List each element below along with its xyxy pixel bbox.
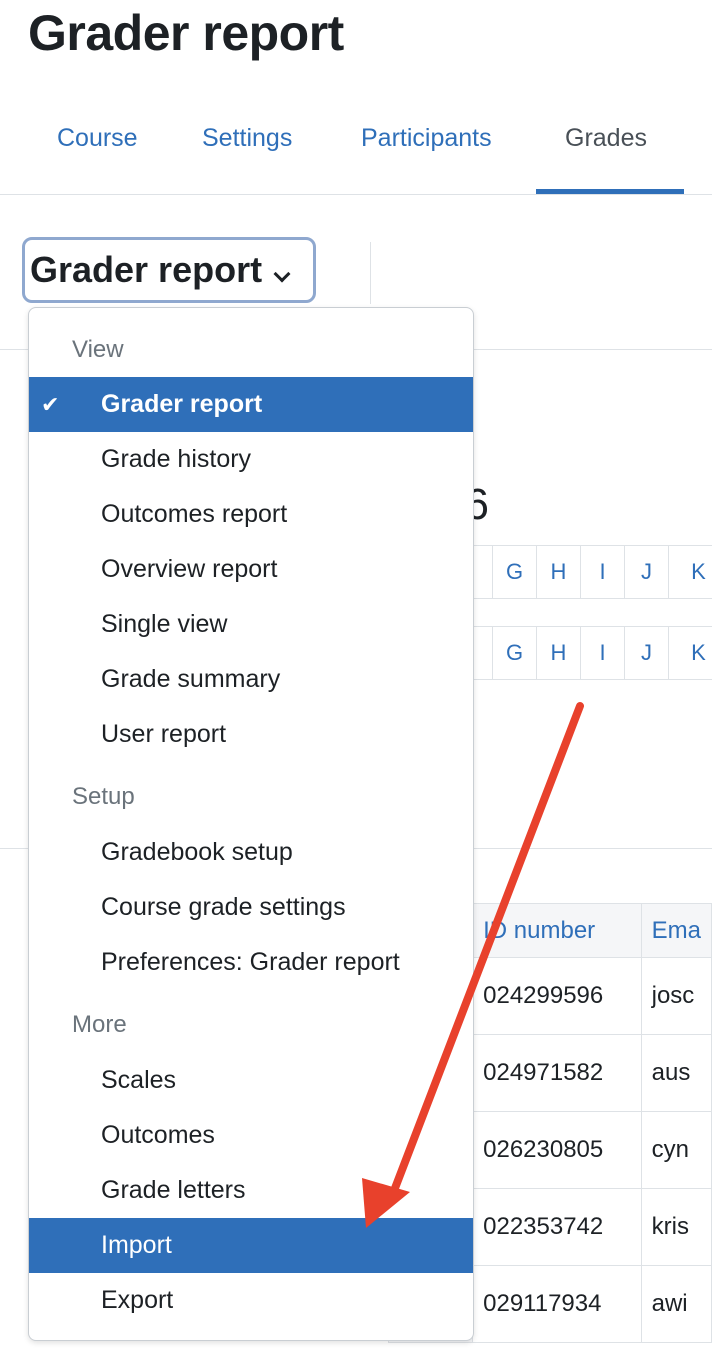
email-cell: kris bbox=[640, 1188, 712, 1266]
letter-filter[interactable]: K bbox=[668, 627, 712, 679]
menu-item-grade-history[interactable]: Grade history bbox=[29, 432, 473, 487]
menu-group-view: View bbox=[72, 336, 124, 363]
menu-group-setup: Setup bbox=[72, 783, 135, 810]
letter-filter[interactable]: I bbox=[580, 627, 624, 679]
letter-filter[interactable]: H bbox=[536, 627, 580, 679]
menu-item-label: Grader report bbox=[101, 390, 263, 418]
page-title: Grader report bbox=[28, 5, 344, 61]
first-name-filter-bar: F G H I J K bbox=[440, 545, 712, 599]
letter-filter[interactable]: I bbox=[580, 546, 624, 598]
menu-item-gradebook-setup[interactable]: Gradebook setup bbox=[29, 825, 473, 880]
id-number-cell: 029117934 bbox=[472, 1265, 642, 1343]
email-cell: josc bbox=[640, 957, 712, 1035]
menu-item-outcomes-report[interactable]: Outcomes report bbox=[29, 487, 473, 542]
menu-item-grade-letters[interactable]: Grade letters bbox=[29, 1163, 473, 1218]
email-header[interactable]: Ema bbox=[640, 903, 712, 958]
letter-filter[interactable]: J bbox=[624, 627, 668, 679]
menu-item-grade-summary[interactable]: Grade summary bbox=[29, 652, 473, 707]
menu-item-import[interactable]: Import bbox=[29, 1218, 473, 1273]
menu-item-scales[interactable]: Scales bbox=[29, 1053, 473, 1108]
tab-participants[interactable]: Participants bbox=[361, 124, 492, 153]
email-cell: aus bbox=[640, 1034, 712, 1112]
id-number-cell: 024299596 bbox=[472, 957, 642, 1035]
menu-item-user-report[interactable]: User report bbox=[29, 707, 473, 762]
course-tabs: Course Settings Participants Grades bbox=[0, 100, 712, 195]
email-cell: awi bbox=[640, 1265, 712, 1343]
letter-filter[interactable]: G bbox=[492, 627, 536, 679]
last-name-filter-bar: F G H I J K bbox=[440, 626, 712, 680]
id-number-cell: 026230805 bbox=[472, 1111, 642, 1189]
check-icon: ✔ bbox=[41, 392, 60, 417]
letter-filter[interactable]: J bbox=[624, 546, 668, 598]
menu-item-course-grade-settings[interactable]: Course grade settings bbox=[29, 880, 473, 935]
active-tab-indicator bbox=[536, 189, 684, 194]
menu-group-more: More bbox=[72, 1011, 127, 1038]
menu-item-preferences-grader-report[interactable]: Preferences: Grader report bbox=[29, 935, 473, 990]
menu-item-grader-report[interactable]: ✔ Grader report bbox=[29, 377, 473, 432]
report-selector-button[interactable]: Grader report bbox=[22, 237, 316, 303]
menu-item-single-view[interactable]: Single view bbox=[29, 597, 473, 652]
tab-grades[interactable]: Grades bbox=[565, 124, 647, 153]
tab-course[interactable]: Course bbox=[57, 124, 138, 153]
id-number-header[interactable]: ID number bbox=[472, 903, 642, 958]
letter-filter[interactable]: H bbox=[536, 546, 580, 598]
tab-settings[interactable]: Settings bbox=[202, 124, 292, 153]
letter-filter[interactable]: K bbox=[668, 546, 712, 598]
id-number-cell: 024971582 bbox=[472, 1034, 642, 1112]
menu-item-overview-report[interactable]: Overview report bbox=[29, 542, 473, 597]
email-cell: cyn bbox=[640, 1111, 712, 1189]
report-dropdown-menu: View ✔ Grader report Grade history Outco… bbox=[28, 307, 474, 1341]
letter-filter[interactable]: G bbox=[492, 546, 536, 598]
id-number-cell: 022353742 bbox=[472, 1188, 642, 1266]
menu-item-outcomes[interactable]: Outcomes bbox=[29, 1108, 473, 1163]
chevron-down-icon bbox=[273, 265, 291, 283]
divider bbox=[370, 242, 371, 304]
menu-item-export[interactable]: Export bbox=[29, 1273, 473, 1328]
report-selector-label: Grader report bbox=[30, 249, 263, 290]
